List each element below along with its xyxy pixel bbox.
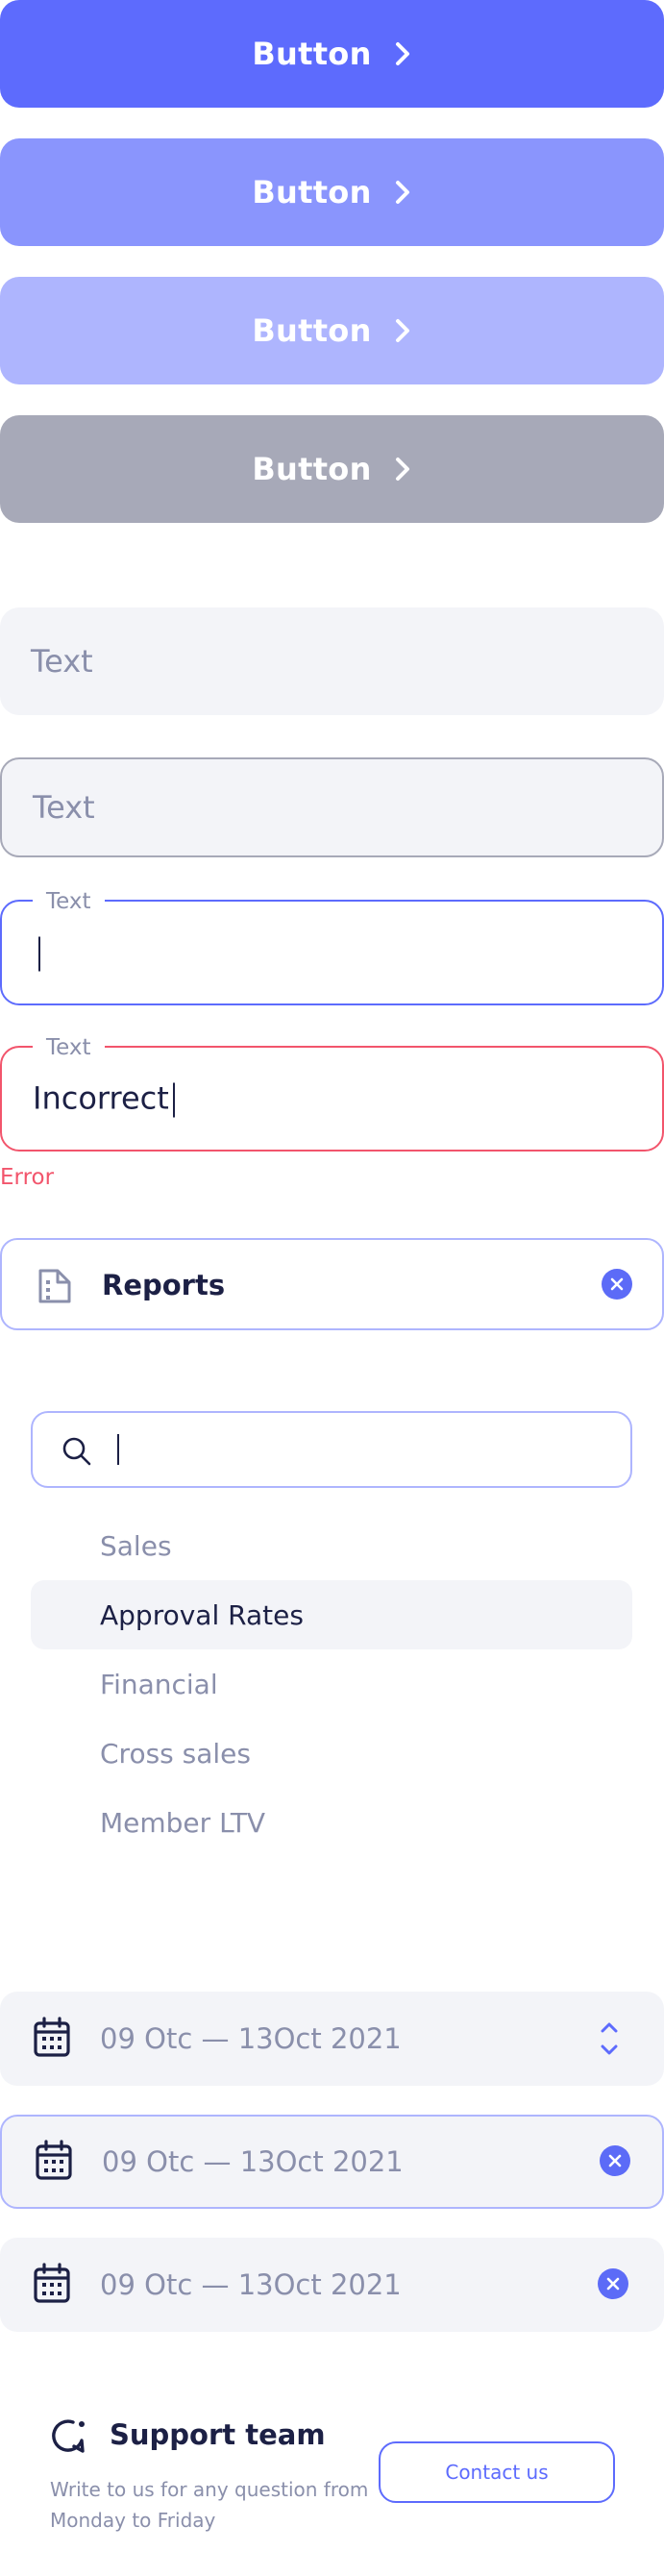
close-icon[interactable] xyxy=(600,2145,630,2176)
input-placeholder: Text xyxy=(33,789,95,826)
button-label: Button xyxy=(252,451,372,487)
text-caret xyxy=(117,1434,119,1465)
text-caret xyxy=(172,1082,175,1118)
dropdown-option[interactable]: Financial xyxy=(31,1649,632,1719)
chevron-right-icon xyxy=(395,458,409,481)
close-icon[interactable] xyxy=(598,2268,628,2299)
date-range-value: 09 Otc — 13Oct 2021 xyxy=(100,2022,402,2055)
calendar-icon xyxy=(34,2017,70,2057)
support-description-line: Monday to Friday xyxy=(50,2509,216,2532)
support-description-line: Write to us for any question from xyxy=(50,2478,369,2501)
date-range-value: 09 Otc — 13Oct 2021 xyxy=(100,2268,402,2301)
dropdown-option[interactable]: Cross sales xyxy=(31,1719,632,1788)
support-title: Support team xyxy=(110,2418,326,2451)
report-document-icon xyxy=(38,1269,71,1303)
calendar-icon xyxy=(36,2140,72,2180)
chevron-right-icon xyxy=(395,319,409,342)
contact-us-button[interactable]: Contact us xyxy=(379,2441,615,2503)
report-select[interactable]: Reports xyxy=(0,1238,664,1330)
filled-text-input[interactable]: Text xyxy=(0,607,664,715)
input-value xyxy=(33,934,40,972)
button-label: Button xyxy=(252,36,372,72)
text-caret xyxy=(38,936,40,972)
date-range-value: 09 Otc — 13Oct 2021 xyxy=(102,2145,404,2178)
search-icon xyxy=(62,1437,91,1466)
select-value: Reports xyxy=(102,1269,226,1301)
light-button[interactable]: Button xyxy=(0,277,664,384)
date-range-field[interactable]: 09 Otc — 13Oct 2021 xyxy=(0,1992,664,2086)
chevron-right-icon xyxy=(395,42,409,65)
date-range-field-filled[interactable]: 09 Otc — 13Oct 2021 xyxy=(0,2238,664,2332)
dropdown-option-highlighted[interactable]: Approval Rates xyxy=(31,1580,632,1649)
outlined-text-input[interactable]: Text xyxy=(0,757,664,857)
floating-label: Text xyxy=(33,889,105,914)
floating-label: Text xyxy=(33,1035,105,1060)
dropdown-search-input[interactable] xyxy=(31,1411,632,1488)
dropdown-option[interactable]: Member LTV xyxy=(31,1788,632,1857)
contact-us-label: Contact us xyxy=(445,2461,549,2484)
chevron-right-icon xyxy=(395,181,409,204)
focused-text-input[interactable]: Text xyxy=(0,889,664,1005)
button-label: Button xyxy=(252,174,372,211)
primary-button[interactable]: Button xyxy=(0,0,664,108)
hover-button[interactable]: Button xyxy=(0,138,664,246)
dropdown-option[interactable]: Sales xyxy=(31,1511,632,1580)
input-placeholder: Text xyxy=(31,643,93,680)
disabled-button[interactable]: Button xyxy=(0,415,664,523)
error-text-input[interactable]: Text Incorrect xyxy=(0,1035,664,1152)
error-message: Error xyxy=(0,1165,55,1190)
chevron-up-down-icon[interactable] xyxy=(598,2019,621,2059)
close-icon[interactable] xyxy=(602,1269,632,1300)
support-chat-icon xyxy=(52,2419,85,2453)
date-range-field-focused[interactable]: 09 Otc — 13Oct 2021 xyxy=(0,2115,664,2209)
calendar-icon xyxy=(34,2263,70,2303)
search-value xyxy=(113,1432,119,1465)
input-value: Incorrect xyxy=(33,1080,175,1118)
button-label: Button xyxy=(252,312,372,349)
support-description: Write to us for any question from Monday… xyxy=(50,2474,368,2536)
